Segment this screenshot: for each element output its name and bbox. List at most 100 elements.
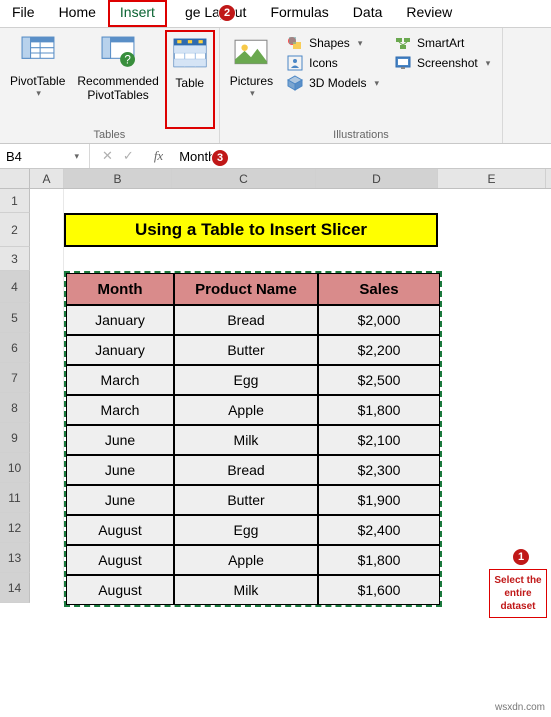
cube-icon [287,75,303,91]
formula-bar: B4▾ ✕ ✓ fx Month [0,144,551,169]
row-4[interactable]: 4 [0,271,30,303]
table-cell: Milk [174,425,318,455]
row-7[interactable]: 7 [0,363,30,393]
select-all-corner[interactable] [0,169,30,188]
table-cell: $1,800 [318,395,440,425]
cells-area[interactable]: Using a Table to Insert Slicer Month Pro… [30,189,551,603]
table-cell: Butter [174,485,318,515]
row-1[interactable]: 1 [0,189,30,213]
step-badge-3: 3 [211,149,229,167]
table-button[interactable]: Table [165,30,215,129]
col-E[interactable]: E [438,169,546,188]
cancel-icon[interactable]: ✕ [102,148,113,164]
table-cell: June [66,455,174,485]
step-badge-2: 2 [218,4,236,22]
shapes-button[interactable]: Shapes▾ [285,34,381,52]
table-cell: March [66,395,174,425]
row-11[interactable]: 11 [0,483,30,513]
table-cell: August [66,515,174,545]
chevron-down-icon: ▾ [36,88,41,99]
formula-value[interactable]: Month [171,149,215,164]
row-12[interactable]: 12 [0,513,30,543]
table-cell: $1,600 [318,575,440,605]
annotation-box: Select the entire dataset [489,569,547,618]
table-cell: $1,900 [318,485,440,515]
screenshot-button[interactable]: Screenshot▾ [393,54,492,72]
header-product: Product Name [174,273,318,305]
row-headers: 1 2 3 4 5 6 7 8 9 10 11 12 13 14 [0,189,30,603]
table-cell: June [66,425,174,455]
row-9[interactable]: 9 [0,423,30,453]
ribbon-tabs: File Home Insert ge Layout Formulas Data… [0,0,551,28]
tab-formulas[interactable]: Formulas [258,0,340,27]
enter-icon[interactable]: ✓ [123,148,134,164]
group-tables: PivotTable▾ ? Recommended PivotTables Ta… [0,28,220,143]
row-10[interactable]: 10 [0,453,30,483]
col-D[interactable]: D [316,169,438,188]
table-icon [173,38,207,72]
step-badge-1: 1 [512,548,530,566]
smartart-button[interactable]: SmartArt [393,34,492,52]
group-illustrations: Pictures▾ Shapes▾ Icons 3D Models▾ Smart… [220,28,503,143]
tab-pagelayout[interactable]: ge Layout [167,0,259,27]
screenshot-icon [395,55,411,71]
header-month: Month [66,273,174,305]
table-cell: Bread [174,305,318,335]
icons-button[interactable]: Icons [285,54,381,72]
tab-home[interactable]: Home [47,0,108,27]
pivottable-button[interactable]: PivotTable▾ [4,30,71,129]
tab-data[interactable]: Data [341,0,395,27]
table-cell: June [66,485,174,515]
ribbon: 3 PivotTable▾ ? Recommended PivotTables … [0,28,551,144]
table-cell: Milk [174,575,318,605]
name-box[interactable]: B4▾ [0,144,90,168]
table-cell: $2,100 [318,425,440,455]
table-cell: January [66,305,174,335]
tab-insert[interactable]: Insert [108,0,167,27]
table-cell: Butter [174,335,318,365]
tab-file[interactable]: File [0,0,47,27]
pictures-icon [234,36,268,70]
table-cell: $1,800 [318,545,440,575]
3dmodels-button[interactable]: 3D Models▾ [285,74,381,92]
pivottable-icon [21,36,55,70]
chevron-down-icon[interactable]: ▾ [74,151,83,162]
shapes-icon [287,35,303,51]
col-C[interactable]: C [172,169,316,188]
row-13[interactable]: 13 [0,543,30,573]
col-B[interactable]: B [64,169,172,188]
title-banner: Using a Table to Insert Slicer [64,213,438,247]
fx-icon[interactable]: fx [146,148,171,164]
icons-icon [287,55,303,71]
row-3[interactable]: 3 [0,247,30,271]
table-cell: August [66,545,174,575]
table-cell: August [66,575,174,605]
row-2[interactable]: 2 [0,213,30,247]
data-table: Month Product Name Sales JanuaryBread$2,… [64,271,442,607]
table-cell: $2,200 [318,335,440,365]
table-cell: Bread [174,455,318,485]
table-cell: Egg [174,365,318,395]
row-5[interactable]: 5 [0,303,30,333]
table-cell: March [66,365,174,395]
table-cell: $2,000 [318,305,440,335]
col-A[interactable]: A [30,169,64,188]
column-headers: A B C D E [0,169,551,189]
row-14[interactable]: 14 [0,573,30,603]
row-8[interactable]: 8 [0,393,30,423]
pictures-button[interactable]: Pictures▾ [224,30,279,129]
row-6[interactable]: 6 [0,333,30,363]
table-cell: Apple [174,545,318,575]
table-cell: $2,400 [318,515,440,545]
recommended-pivottables-button[interactable]: ? Recommended PivotTables [71,30,164,129]
chevron-down-icon: ▾ [250,88,255,99]
table-cell: $2,300 [318,455,440,485]
table-cell: January [66,335,174,365]
table-cell: Egg [174,515,318,545]
worksheet-grid: A B C D E 1 2 3 4 5 6 7 8 9 10 11 12 13 … [0,169,551,603]
recommended-pivottables-icon: ? [101,36,135,70]
header-sales: Sales [318,273,440,305]
svg-text:?: ? [124,54,131,67]
smartart-icon [395,35,411,51]
tab-review[interactable]: Review [394,0,464,27]
